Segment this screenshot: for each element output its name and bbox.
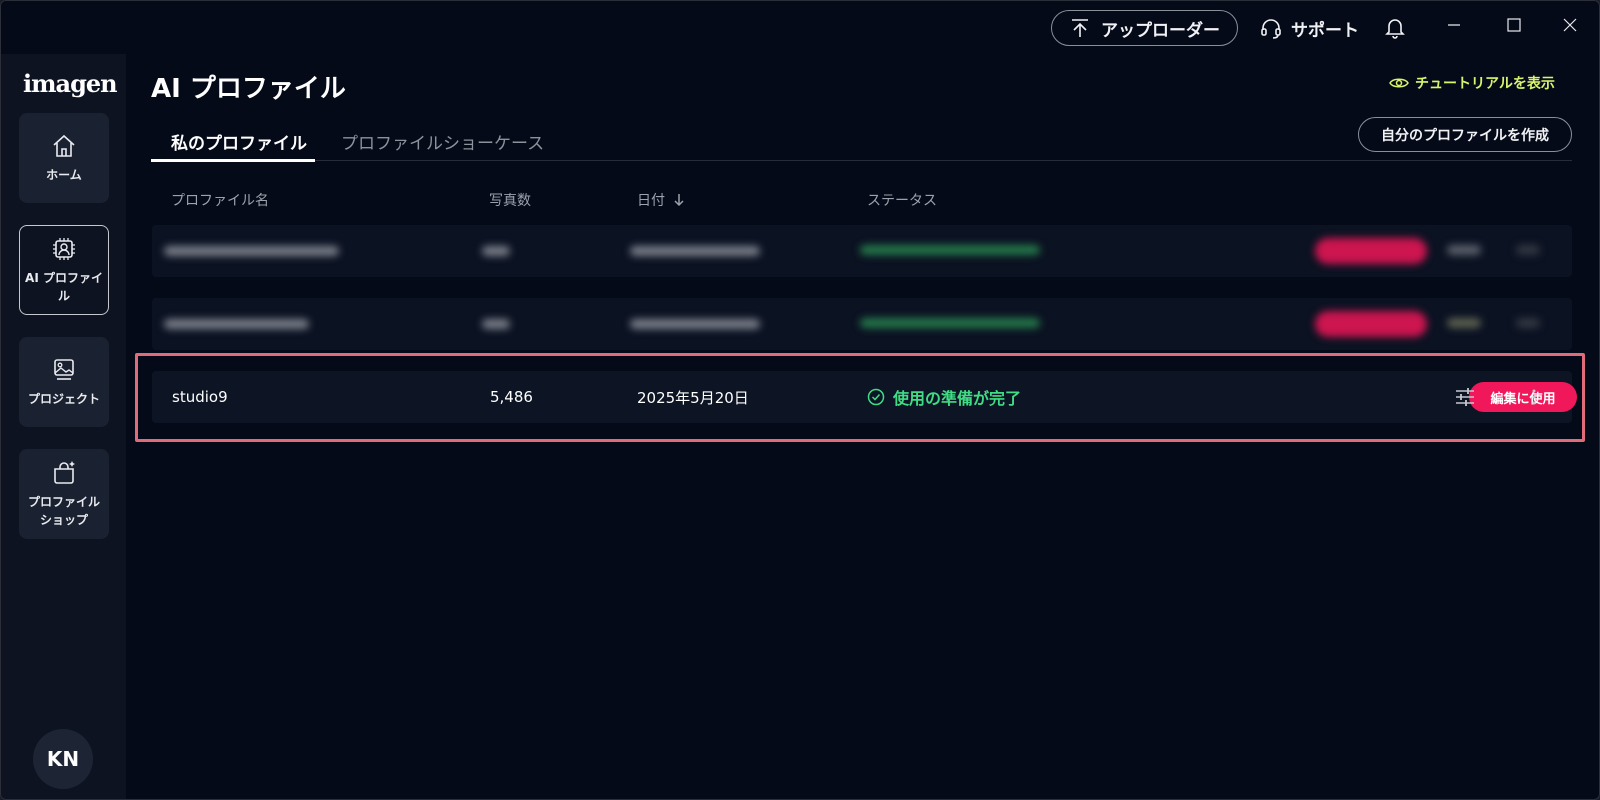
- blurred-icon: [1516, 245, 1540, 255]
- blurred-text: [860, 245, 1040, 255]
- sidebar-item-profile-shop[interactable]: プロファイルショップ: [19, 449, 109, 539]
- blurred-button: [1315, 311, 1427, 337]
- bell-icon[interactable]: [1382, 14, 1408, 40]
- table-row-blurred: [152, 298, 1572, 350]
- tutorial-label: チュートリアルを表示: [1415, 76, 1555, 92]
- title-bar: アップローダー サポート: [1, 1, 1599, 54]
- column-header-photos[interactable]: 写真数: [489, 190, 531, 210]
- eye-icon: [1389, 78, 1409, 88]
- app-logo: imagen: [23, 69, 118, 98]
- blurred-text: [630, 319, 760, 329]
- sidebar-item-home[interactable]: ホーム: [19, 113, 109, 203]
- column-header-date-label: 日付: [637, 193, 665, 209]
- column-header-date[interactable]: 日付: [637, 190, 685, 210]
- support-label: サポート: [1291, 20, 1359, 41]
- tab-profile-showcase[interactable]: プロファイルショーケース: [341, 129, 544, 161]
- blurred-text: [164, 246, 339, 256]
- headset-icon: [1261, 19, 1281, 39]
- blurred-text: [482, 319, 510, 329]
- blurred-text: [164, 319, 309, 329]
- avatar[interactable]: KN: [33, 729, 93, 789]
- blurred-text: [630, 246, 760, 256]
- app-window: アップローダー サポート imagen ホーム AI プロファイル プロジェクト…: [0, 0, 1600, 800]
- blurred-icon: [1447, 318, 1481, 328]
- uploader-label: アップローダー: [1101, 20, 1220, 41]
- column-header-name[interactable]: プロファイル名: [171, 190, 269, 210]
- close-icon[interactable]: [1556, 11, 1584, 39]
- sidebar: imagen ホーム AI プロファイル プロジェクト プロファイルショップ K…: [1, 54, 126, 799]
- highlight-frame: [135, 353, 1585, 442]
- shop-icon: [54, 461, 75, 484]
- column-header-status[interactable]: ステータス: [867, 190, 937, 210]
- blurred-text: [860, 318, 1040, 328]
- arrow-down-icon: [674, 194, 684, 207]
- home-icon: [53, 134, 75, 157]
- sidebar-item-label: AI プロファイル: [25, 271, 103, 303]
- uploader-button[interactable]: アップローダー: [1051, 10, 1238, 46]
- blurred-text: [482, 246, 510, 256]
- blurred-icon: [1516, 318, 1540, 328]
- maximize-icon[interactable]: [1500, 11, 1528, 39]
- sidebar-item-label: プロファイルショップ: [27, 495, 100, 527]
- tab-my-profiles[interactable]: 私のプロファイル: [151, 129, 315, 162]
- sidebar-item-label: ホーム: [46, 168, 82, 182]
- upload-icon: [1072, 19, 1088, 37]
- profile-tabs: 私のプロファイル プロファイルショーケース: [151, 129, 1572, 162]
- sidebar-item-project[interactable]: プロジェクト: [19, 337, 109, 427]
- sidebar-item-label: プロジェクト: [27, 392, 100, 406]
- project-icon: [54, 359, 74, 380]
- page-title: AI プロファイル: [151, 74, 346, 104]
- ai-profile-icon: [53, 238, 75, 260]
- support-link[interactable]: サポート: [1259, 15, 1359, 41]
- sidebar-item-ai-profile[interactable]: AI プロファイル: [19, 225, 109, 315]
- tutorial-link[interactable]: チュートリアルを表示: [1389, 73, 1555, 93]
- blurred-icon: [1447, 245, 1481, 255]
- blurred-button: [1315, 238, 1427, 264]
- minimize-icon[interactable]: [1440, 11, 1468, 39]
- table-row-blurred: [152, 225, 1572, 277]
